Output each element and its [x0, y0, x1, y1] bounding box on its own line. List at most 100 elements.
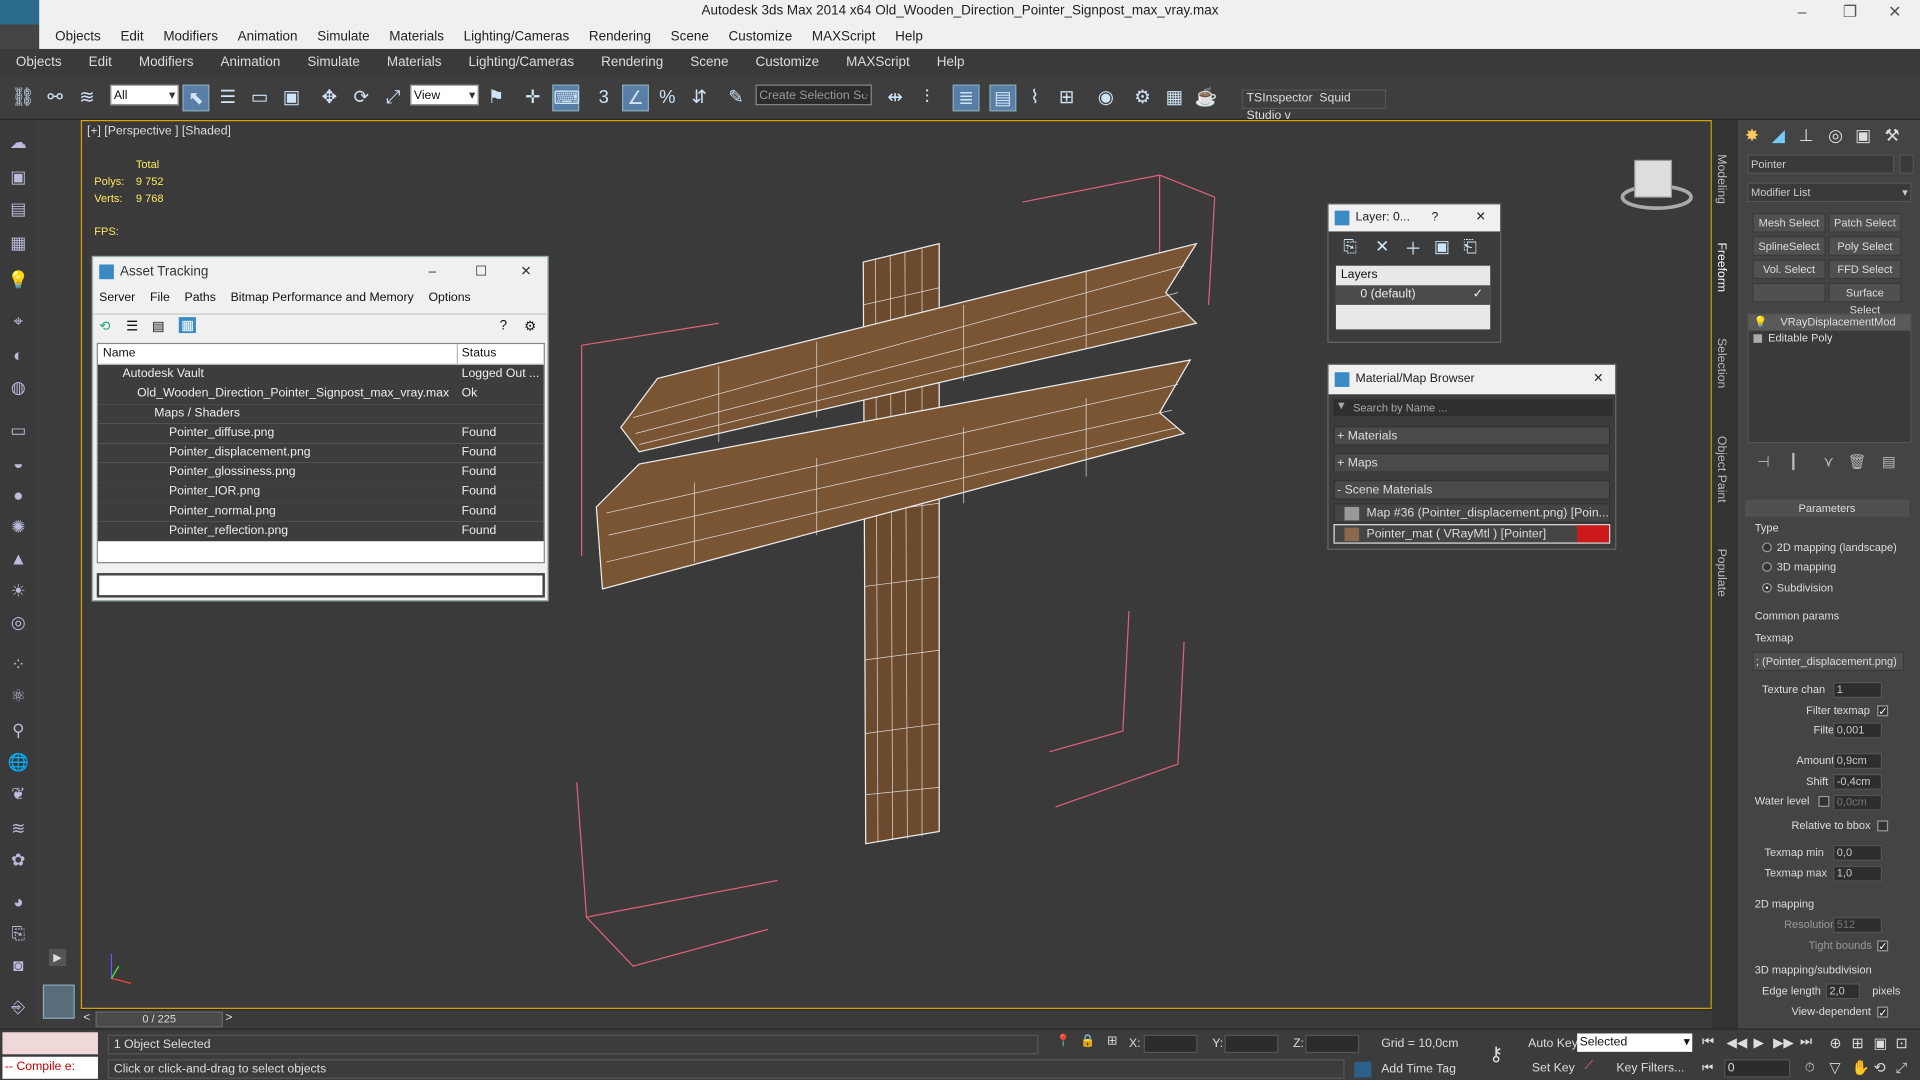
- align-icon[interactable]: ⫶: [913, 84, 940, 111]
- view-dependent-checkbox[interactable]: ✓: [1877, 1006, 1889, 1018]
- tab-object-paint[interactable]: Object Paint: [1714, 436, 1727, 503]
- menu-modifiers[interactable]: Modifiers: [163, 24, 218, 48]
- parameters-rollout[interactable]: Parameters: [1744, 499, 1909, 517]
- asset-menu-server[interactable]: Server: [99, 291, 135, 304]
- close-icon[interactable]: ✕: [1593, 365, 1603, 394]
- material-browser-window[interactable]: Material/Map Browser ✕ Search by Name ..…: [1327, 363, 1617, 550]
- table-row[interactable]: Pointer_displacement.png Found: [97, 443, 544, 463]
- minimize-icon[interactable]: –: [1798, 2, 1807, 20]
- water-level-checkbox[interactable]: [1818, 795, 1830, 807]
- isolate-icon[interactable]: 📍: [1056, 1035, 1071, 1048]
- layer-item-default[interactable]: 0 (default) ✓: [1335, 285, 1491, 305]
- menu-rendering[interactable]: Rendering: [589, 24, 651, 48]
- spacewarp-icon[interactable]: ◍: [6, 375, 30, 399]
- menu2-modifiers[interactable]: Modifiers: [139, 49, 194, 76]
- zoom-icon[interactable]: ⊕: [1829, 1035, 1841, 1052]
- teapot-icon[interactable]: ☁: [6, 130, 30, 154]
- render-frame-icon[interactable]: ▣: [6, 164, 30, 188]
- menu-objects[interactable]: Objects: [55, 24, 101, 48]
- helper-icon[interactable]: ◐: [6, 343, 30, 367]
- group-materials[interactable]: + Materials: [1333, 426, 1611, 446]
- globe-icon[interactable]: 🌐: [6, 749, 30, 773]
- zoom-all-icon[interactable]: ⊞: [1851, 1035, 1863, 1052]
- rect-selection-icon[interactable]: ▭: [246, 84, 273, 111]
- add-time-tag-button[interactable]: Add Time Tag: [1381, 1063, 1456, 1076]
- window-crossing-icon[interactable]: ▣: [278, 84, 305, 111]
- scene-explorer-icon[interactable]: ▤: [6, 196, 30, 220]
- spinner-snap-icon[interactable]: ⇵: [686, 84, 713, 111]
- radio-2d-mapping[interactable]: [1762, 542, 1772, 553]
- bind-spacewarp-icon[interactable]: ≋: [73, 84, 100, 111]
- z-coord-input[interactable]: [1305, 1034, 1360, 1054]
- ffd-select-button[interactable]: FFD Select: [1828, 259, 1902, 280]
- stack-item[interactable]: 💡 VRayDisplacementMod: [1748, 314, 1911, 331]
- zoom-extents-icon[interactable]: ▣: [1873, 1035, 1887, 1052]
- tab-modeling[interactable]: Modeling: [1714, 154, 1727, 204]
- menu2-edit[interactable]: Edit: [89, 49, 112, 76]
- edit-named-selection-icon[interactable]: ✎: [722, 84, 749, 111]
- radio-3d-mapping[interactable]: [1762, 562, 1772, 572]
- menu-help[interactable]: Help: [895, 24, 923, 48]
- lock-icon[interactable]: 🔒: [1080, 1035, 1095, 1048]
- hemisphere-icon[interactable]: ◒: [6, 451, 30, 475]
- table-row[interactable]: Pointer_IOR.png Found: [97, 482, 544, 503]
- lightbulb-icon[interactable]: 💡: [1753, 315, 1767, 331]
- menu-edit[interactable]: Edit: [120, 24, 143, 48]
- scene-map-item[interactable]: Map #36 (Pointer_displacement.png) [Poin…: [1333, 503, 1611, 523]
- material-editor-icon[interactable]: ◉: [1092, 84, 1119, 111]
- amount-input[interactable]: 0,9cm: [1833, 753, 1883, 769]
- time-config-icon[interactable]: ⏱: [1805, 1062, 1815, 1075]
- create-layer-icon[interactable]: ⎘: [1343, 236, 1357, 257]
- angle-snap-icon[interactable]: ∠: [622, 84, 649, 112]
- menu2-materials[interactable]: Materials: [387, 49, 442, 76]
- scene-material-item[interactable]: Pointer_mat ( VRayMtl ) [Pointer]: [1333, 524, 1611, 544]
- menu-materials[interactable]: Materials: [389, 24, 444, 48]
- table-row[interactable]: Pointer_normal.png Found: [97, 502, 544, 522]
- light-icon[interactable]: 💡: [6, 267, 30, 291]
- sphere-icon[interactable]: ●: [6, 482, 30, 506]
- menu2-simulate[interactable]: Simulate: [307, 49, 359, 76]
- asset-tracking-window[interactable]: Asset Tracking – ☐ ✕ Server File Paths B…: [91, 255, 549, 602]
- reference-coord-select[interactable]: View: [410, 84, 479, 107]
- utility-icon[interactable]: ⎆: [6, 994, 30, 1018]
- menu2-objects[interactable]: Objects: [16, 49, 62, 76]
- table-row[interactable]: Pointer_glossiness.png Found: [97, 462, 544, 483]
- x-coord-input[interactable]: [1143, 1034, 1198, 1054]
- render-icon[interactable]: ☕: [1193, 84, 1220, 111]
- pin-stack-icon[interactable]: ⊣: [1757, 453, 1770, 470]
- maximize-icon[interactable]: ☐: [475, 257, 487, 286]
- asset-tracking-titlebar[interactable]: Asset Tracking – ☐ ✕: [93, 257, 547, 286]
- maxscript-listener[interactable]: [2, 1032, 98, 1055]
- menu-lighting[interactable]: Lighting/Cameras: [464, 24, 570, 48]
- group-maps[interactable]: + Maps: [1333, 453, 1611, 473]
- next-frame-icon[interactable]: >: [225, 1011, 232, 1024]
- close-icon[interactable]: ✕: [520, 257, 531, 286]
- menu2-lighting[interactable]: Lighting/Cameras: [469, 49, 575, 76]
- blank-modifier-button[interactable]: [1752, 282, 1826, 303]
- molecule-icon[interactable]: ⚛: [6, 683, 30, 707]
- remove-modifier-icon[interactable]: 🗑: [1848, 453, 1867, 470]
- view-cube-icon[interactable]: [1620, 159, 1693, 211]
- asset-menu-file[interactable]: File: [150, 291, 170, 304]
- fov-icon[interactable]: ▽: [1829, 1059, 1840, 1076]
- radio-subdivision[interactable]: [1762, 582, 1772, 593]
- go-to-start-icon[interactable]: ⏮: [1702, 1035, 1714, 1051]
- select-by-name-icon[interactable]: ☰: [214, 84, 241, 111]
- texmap-min-input[interactable]: 0,0: [1833, 844, 1883, 861]
- current-frame-input[interactable]: 0: [1724, 1059, 1791, 1078]
- layer-help[interactable]: ?: [1431, 204, 1438, 231]
- menu2-rendering[interactable]: Rendering: [601, 49, 663, 76]
- col-status[interactable]: Status: [462, 347, 497, 360]
- set-key-button[interactable]: Set Key: [1532, 1062, 1575, 1075]
- cone-icon[interactable]: ▲: [6, 546, 30, 570]
- next-key-icon[interactable]: ▶▶: [1773, 1035, 1794, 1051]
- earth-icon[interactable]: ◕: [6, 889, 30, 913]
- script-icon[interactable]: ⎘: [6, 921, 30, 945]
- thumbnail-icon[interactable]: ▤: [152, 318, 165, 335]
- asset-menu-options[interactable]: Options: [428, 291, 470, 304]
- play-icon[interactable]: ▶: [1753, 1035, 1763, 1051]
- settings-icon[interactable]: ⚙: [524, 318, 536, 335]
- col-name[interactable]: Name: [103, 347, 136, 360]
- menu2-help[interactable]: Help: [937, 49, 965, 76]
- layer-titlebar[interactable]: Layer: 0... ? ✕: [1328, 204, 1501, 232]
